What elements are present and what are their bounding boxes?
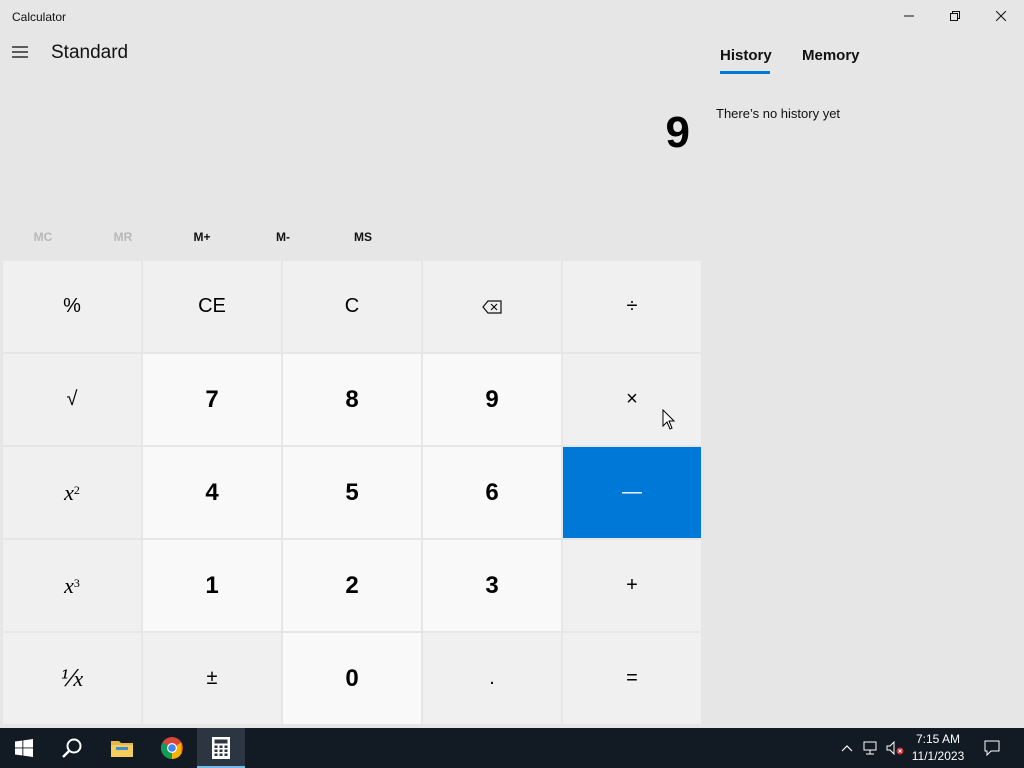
mouse-cursor-icon [662,409,676,430]
tab-history[interactable]: History [720,47,772,64]
square-exponent: 2 [73,483,80,497]
windows-logo-icon [15,739,33,757]
show-hidden-icons-button[interactable] [836,728,858,768]
network-icon [863,741,877,755]
plus-button[interactable]: + [563,540,701,631]
digit-4-button[interactable]: 4 [143,447,281,538]
notifications-button[interactable] [980,728,1004,768]
percent-button[interactable]: % [3,261,141,352]
chrome-icon [161,737,183,759]
result-display: 9 [665,108,690,157]
clear-entry-button[interactable]: CE [143,261,281,352]
history-empty-message: There’s no history yet [716,106,841,121]
calculator-icon [212,737,230,759]
backspace-icon [482,299,502,314]
memory-store-button[interactable]: MS [323,222,403,252]
volume-muted-icon [886,741,904,755]
digit-8-button[interactable]: 8 [283,354,421,445]
memory-clear-button[interactable]: MC [3,222,83,252]
start-button[interactable] [0,728,48,768]
reciprocal-label: ⅟x [60,665,84,691]
reciprocal-button[interactable]: ⅟x [3,633,141,724]
square-root-button[interactable]: √ [3,354,141,445]
digit-6-button[interactable]: 6 [423,447,561,538]
keypad: % CE C ÷ √ 7 8 9 × x2 4 5 6 — x3 1 2 3 +… [3,261,701,725]
clear-button[interactable]: C [283,261,421,352]
restore-icon [950,11,960,21]
taskbar [0,728,1024,768]
digit-0-button[interactable]: 0 [283,633,421,724]
close-button[interactable] [978,0,1024,32]
memory-recall-button[interactable]: MR [83,222,163,252]
square-button[interactable]: x2 [3,447,141,538]
file-explorer-button[interactable] [98,728,146,768]
taskbar-clock[interactable]: 7:15 AM 11/1/2023 [905,731,971,765]
equals-button[interactable]: = [563,633,701,724]
app-title: Calculator [12,10,67,24]
negate-button[interactable]: ± [143,633,281,724]
chevron-up-icon [841,745,853,752]
network-button[interactable] [860,728,882,768]
volume-button[interactable] [884,728,906,768]
clock-time: 7:15 AM [915,732,961,746]
digit-1-button[interactable]: 1 [143,540,281,631]
cube-base: x [64,572,74,598]
digit-3-button[interactable]: 3 [423,540,561,631]
navigation-menu-button[interactable] [4,36,36,68]
restore-button[interactable] [932,0,978,32]
cube-button[interactable]: x3 [3,540,141,631]
digit-9-button[interactable]: 9 [423,354,561,445]
square-base: x [64,479,74,505]
memory-add-button[interactable]: M+ [162,222,242,252]
digit-5-button[interactable]: 5 [283,447,421,538]
action-center-icon [984,740,1000,756]
tab-memory[interactable]: Memory [802,47,860,64]
title-bar: Calculator [0,0,1024,32]
decimal-button[interactable]: . [423,633,561,724]
minus-button[interactable]: — [563,447,701,538]
minimize-button[interactable] [886,0,932,32]
memory-subtract-button[interactable]: M- [243,222,323,252]
chrome-button[interactable] [148,728,196,768]
digit-7-button[interactable]: 7 [143,354,281,445]
backspace-button[interactable] [423,261,561,352]
search-icon [62,738,82,758]
memory-controls: MC MR M+ M- MS [3,222,403,252]
taskbar-search-button[interactable] [48,728,96,768]
divide-button[interactable]: ÷ [563,261,701,352]
digit-2-button[interactable]: 2 [283,540,421,631]
calculator-taskbar-button[interactable] [197,728,245,768]
multiply-button[interactable]: × [563,354,701,445]
mode-title: Standard [51,42,129,63]
clock-date: 11/1/2023 [911,749,965,763]
active-tab-indicator [720,71,770,74]
close-icon [996,11,1006,21]
cube-exponent: 3 [73,576,80,590]
hamburger-icon [12,46,28,58]
minimize-icon [904,15,914,17]
file-explorer-icon [111,741,133,757]
